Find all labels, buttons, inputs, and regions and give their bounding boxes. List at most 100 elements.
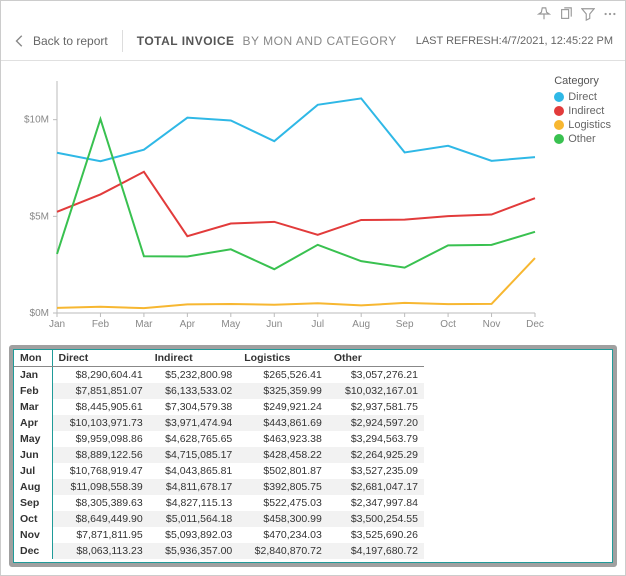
legend-label: Indirect	[568, 105, 604, 117]
legend-label: Logistics	[568, 119, 611, 131]
row-label: Jun	[14, 447, 52, 463]
row-label: Nov	[14, 527, 52, 543]
tab-by-mon-category[interactable]: BY MON AND CATEGORY	[243, 34, 397, 48]
series-logistics[interactable]	[57, 258, 535, 308]
legend: Category Direct Indirect Logistics Other	[554, 75, 611, 147]
svg-text:Oct: Oct	[440, 319, 456, 330]
table-row[interactable]: Mar$8,445,905.61$7,304,579.38$249,921.24…	[14, 399, 424, 415]
svg-text:$5M: $5M	[30, 211, 49, 222]
cell-value: $4,715,085.17	[149, 447, 239, 463]
svg-text:Sep: Sep	[396, 319, 414, 330]
table-row[interactable]: Apr$10,103,971.73$3,971,474.94$443,861.6…	[14, 415, 424, 431]
cell-value: $2,347,997.84	[328, 495, 424, 511]
cell-value: $470,234.03	[238, 527, 328, 543]
table-row[interactable]: Jul$10,768,919.47$4,043,865.81$502,801.8…	[14, 463, 424, 479]
cell-value: $9,959,098.86	[52, 431, 149, 447]
cell-value: $458,300.99	[238, 511, 328, 527]
cell-value: $265,526.41	[238, 367, 328, 384]
svg-text:Jul: Jul	[311, 319, 324, 330]
legend-label: Direct	[568, 91, 597, 103]
chart-area: Category DirectIndirectLogisticsOther $0…	[1, 61, 625, 339]
more-icon[interactable]	[603, 7, 617, 21]
cell-value: $3,971,474.94	[149, 415, 239, 431]
table-row[interactable]: Nov$7,871,811.95$5,093,892.03$470,234.03…	[14, 527, 424, 543]
cell-value: $4,197,680.72	[328, 543, 424, 559]
cell-value: $2,937,581.75	[328, 399, 424, 415]
col-header[interactable]: Other	[328, 350, 424, 367]
back-label: Back to report	[33, 34, 108, 48]
table-row[interactable]: Sep$8,305,389.63$4,827,115.13$522,475.03…	[14, 495, 424, 511]
cell-value: $463,923.38	[238, 431, 328, 447]
series-indirect[interactable]	[57, 172, 535, 236]
col-header[interactable]: Indirect	[149, 350, 239, 367]
svg-text:Apr: Apr	[180, 319, 196, 330]
cell-value: $10,103,971.73	[52, 415, 149, 431]
cell-value: $3,525,690.26	[328, 527, 424, 543]
cell-value: $8,649,449.90	[52, 511, 149, 527]
data-table[interactable]: MonDirectIndirectLogisticsOther Jan$8,29…	[14, 350, 424, 559]
cell-value: $443,861.69	[238, 415, 328, 431]
cell-value: $8,290,604.41	[52, 367, 149, 384]
svg-text:Aug: Aug	[352, 319, 370, 330]
card-toolbar	[1, 1, 625, 25]
table-row[interactable]: May$9,959,098.86$4,628,765.65$463,923.38…	[14, 431, 424, 447]
line-chart[interactable]: $0M$5M$10MJanFebMarAprMayJunJulAugSepOct…	[13, 69, 615, 339]
row-label: Jul	[14, 463, 52, 479]
cell-value: $7,871,811.95	[52, 527, 149, 543]
cell-value: $392,805.75	[238, 479, 328, 495]
table-row[interactable]: Dec$8,063,113.23$5,936,357.00$2,840,870.…	[14, 543, 424, 559]
col-header[interactable]: Logistics	[238, 350, 328, 367]
legend-label: Other	[568, 133, 596, 145]
svg-text:Jun: Jun	[266, 319, 282, 330]
table-row[interactable]: Jan$8,290,604.41$5,232,800.98$265,526.41…	[14, 367, 424, 384]
legend-item-logistics[interactable]: Logistics	[554, 119, 611, 131]
col-header[interactable]: Mon	[14, 350, 52, 367]
row-label: Apr	[14, 415, 52, 431]
cell-value: $325,359.99	[238, 383, 328, 399]
cell-value: $2,924,597.20	[328, 415, 424, 431]
cell-value: $8,445,905.61	[52, 399, 149, 415]
last-refresh-label: LAST REFRESH:4/7/2021, 12:45:22 PM	[416, 35, 613, 47]
back-to-report-button[interactable]: Back to report	[13, 34, 108, 48]
row-label: Oct	[14, 511, 52, 527]
table-row[interactable]: Jun$8,889,122.56$4,715,085.17$428,458.22…	[14, 447, 424, 463]
cell-value: $10,032,167.01	[328, 383, 424, 399]
pin-icon[interactable]	[537, 7, 551, 21]
col-header[interactable]: Direct	[52, 350, 149, 367]
svg-text:Nov: Nov	[483, 319, 501, 330]
cell-value: $5,232,800.98	[149, 367, 239, 384]
chevron-left-icon	[13, 34, 27, 48]
svg-text:Mar: Mar	[135, 319, 153, 330]
cell-value: $6,133,533.02	[149, 383, 239, 399]
row-label: Aug	[14, 479, 52, 495]
row-label: May	[14, 431, 52, 447]
table-row[interactable]: Feb$7,851,851.07$6,133,533.02$325,359.99…	[14, 383, 424, 399]
legend-item-indirect[interactable]: Indirect	[554, 105, 611, 117]
legend-title: Category	[554, 75, 611, 87]
cell-value: $8,063,113.23	[52, 543, 149, 559]
legend-item-other[interactable]: Other	[554, 133, 611, 145]
filter-icon[interactable]	[581, 7, 595, 21]
cell-value: $3,294,563.79	[328, 431, 424, 447]
cell-value: $3,527,235.09	[328, 463, 424, 479]
table-row[interactable]: Oct$8,649,449.90$5,011,564.18$458,300.99…	[14, 511, 424, 527]
cell-value: $3,500,254.55	[328, 511, 424, 527]
copy-icon[interactable]	[559, 7, 573, 21]
cell-value: $11,098,558.39	[52, 479, 149, 495]
header: Back to report TOTAL INVOICE BY MON AND …	[1, 25, 625, 61]
svg-text:Dec: Dec	[526, 319, 544, 330]
cell-value: $4,811,678.17	[149, 479, 239, 495]
data-table-frame: MonDirectIndirectLogisticsOther Jan$8,29…	[9, 345, 617, 567]
cell-value: $4,827,115.13	[149, 495, 239, 511]
cell-value: $5,936,357.00	[149, 543, 239, 559]
cell-value: $8,305,389.63	[52, 495, 149, 511]
cell-value: $522,475.03	[238, 495, 328, 511]
tab-total-invoice[interactable]: TOTAL INVOICE	[137, 34, 235, 48]
series-other[interactable]	[57, 119, 535, 269]
legend-swatch	[554, 92, 564, 102]
series-direct[interactable]	[57, 98, 535, 161]
svg-text:$10M: $10M	[24, 115, 49, 126]
legend-item-direct[interactable]: Direct	[554, 91, 611, 103]
cell-value: $249,921.24	[238, 399, 328, 415]
table-row[interactable]: Aug$11,098,558.39$4,811,678.17$392,805.7…	[14, 479, 424, 495]
